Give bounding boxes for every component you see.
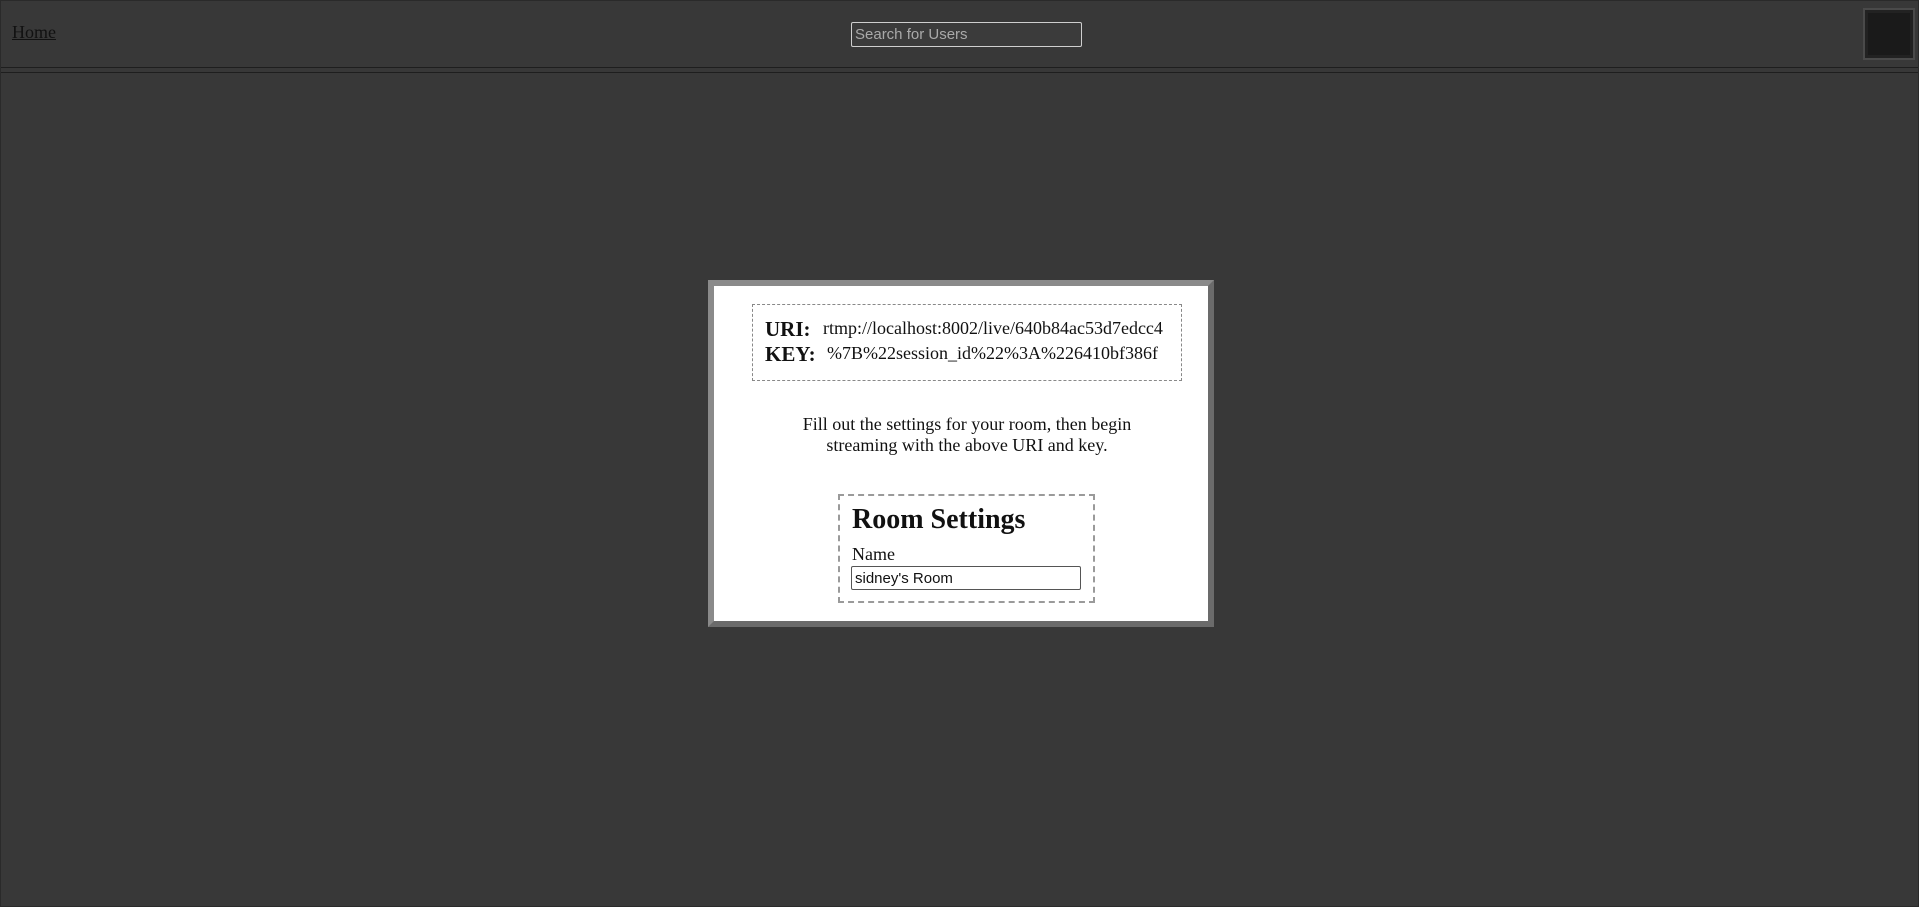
header-divider — [1, 72, 1918, 73]
stream-setup-modal: URI: rtmp://localhost:8002/live/640b84ac5… — [708, 280, 1214, 627]
room-name-input[interactable] — [851, 566, 1081, 590]
uri-label: URI: — [765, 317, 811, 341]
room-settings-title: Room Settings — [852, 504, 1026, 535]
home-link[interactable]: Home — [12, 22, 56, 43]
app-page: Home URI: rtmp://localhost:8002/live/640b… — [0, 0, 1919, 907]
uri-row: URI: rtmp://localhost:8002/live/640b84ac5… — [765, 317, 1163, 342]
user-search-input[interactable] — [851, 22, 1082, 47]
stream-credentials-box: URI: rtmp://localhost:8002/live/640b84ac5… — [752, 304, 1182, 381]
room-settings-panel: Room Settings Name — [838, 494, 1095, 603]
key-row: KEY: %7B%22session_id%22%3A%226410bf386f — [765, 342, 1158, 367]
avatar-image — [1868, 13, 1910, 55]
top-nav-bar: Home — [1, 1, 1918, 68]
user-avatar-button[interactable] — [1863, 8, 1915, 60]
key-label: KEY: — [765, 342, 816, 366]
uri-value[interactable]: rtmp://localhost:8002/live/640b84ac53d7e… — [823, 318, 1163, 339]
key-value[interactable]: %7B%22session_id%22%3A%226410bf386f — [827, 343, 1158, 364]
stream-instructions: Fill out the settings for your room, the… — [802, 414, 1132, 455]
room-name-label: Name — [852, 544, 895, 564]
